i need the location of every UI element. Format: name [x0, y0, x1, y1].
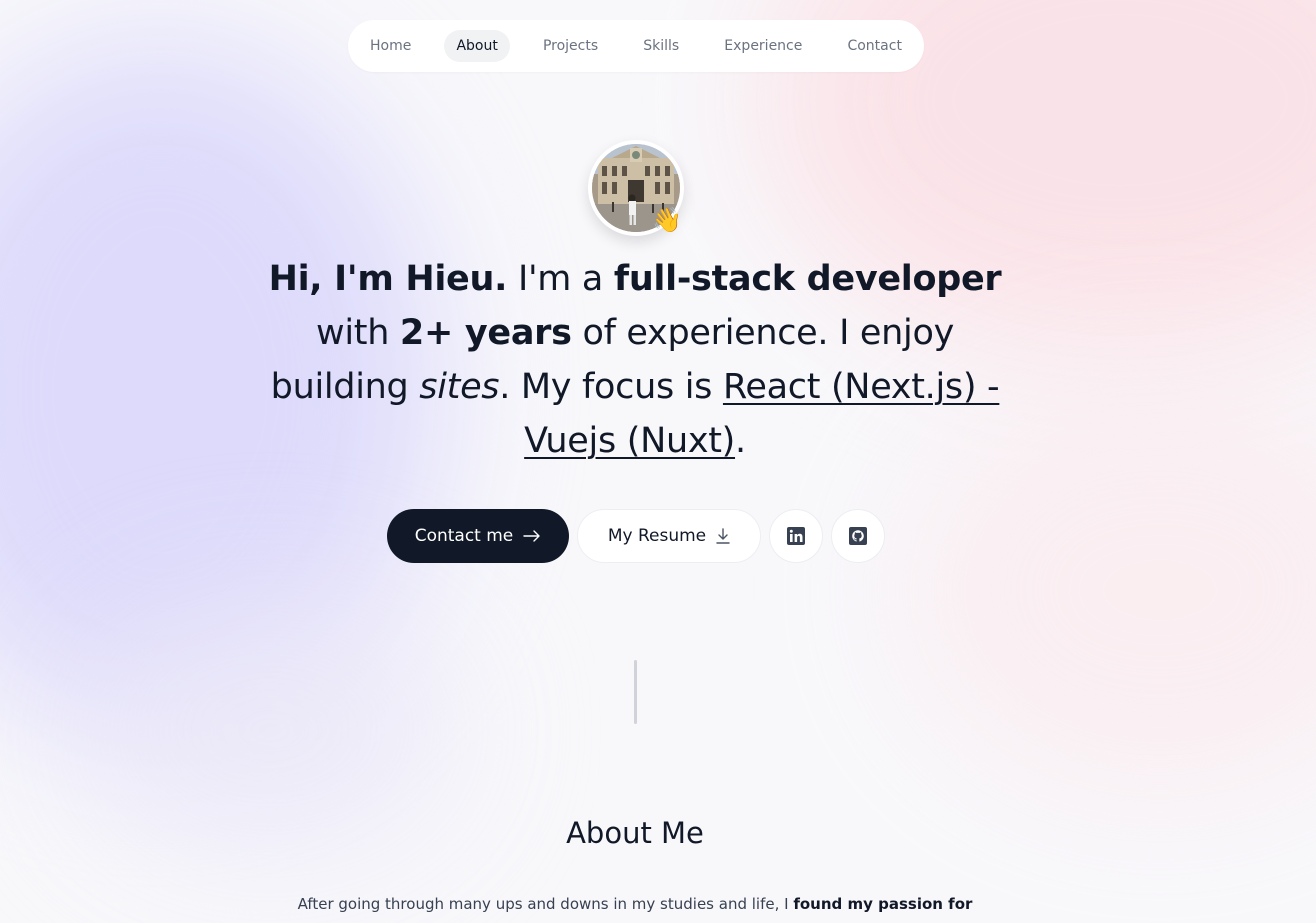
hero-text-5: .: [735, 421, 746, 461]
contact-me-button[interactable]: Contact me: [387, 509, 569, 563]
hero-headline: Hi, I'm Hieu. I'm a full-stack developer…: [250, 252, 1020, 468]
profile-avatar: 👋: [588, 140, 684, 236]
github-icon: [849, 527, 867, 545]
hero-text-1: I'm a: [507, 259, 614, 299]
top-navigation: Home About Projects Skills Experience Co…: [348, 20, 924, 72]
arrow-right-icon: [523, 530, 540, 542]
github-button[interactable]: [831, 509, 885, 563]
hero-text-4: . My focus is: [499, 367, 723, 407]
linkedin-button[interactable]: [769, 509, 823, 563]
nav-skills[interactable]: Skills: [631, 30, 691, 62]
hero-intro: Hi, I'm Hieu.: [268, 259, 508, 299]
hero-years: 2+ years: [399, 313, 572, 353]
nav-contact[interactable]: Contact: [835, 30, 913, 62]
about-text-start: After going through many ups and downs i…: [297, 895, 794, 913]
nav-projects[interactable]: Projects: [531, 30, 610, 62]
nav-experience[interactable]: Experience: [712, 30, 814, 62]
hero-text-2: with: [316, 313, 400, 353]
hero-sites: sites: [419, 367, 500, 407]
linkedin-icon: [787, 527, 805, 545]
about-paragraph: After going through many ups and downs i…: [0, 892, 1270, 916]
hero-actions: Contact me My Resume: [387, 509, 885, 563]
resume-button[interactable]: My Resume: [577, 509, 761, 563]
nav-about[interactable]: About: [444, 30, 510, 62]
download-icon: [716, 528, 730, 544]
resume-label: My Resume: [607, 526, 707, 546]
about-section-title: About Me: [566, 816, 704, 850]
about-text-bold: found my passion for: [793, 895, 973, 913]
hero-role: full-stack developer: [613, 259, 1002, 299]
scroll-divider: [634, 660, 637, 724]
waving-hand-icon: 👋: [652, 206, 682, 234]
contact-me-label: Contact me: [414, 526, 514, 546]
nav-home[interactable]: Home: [358, 30, 423, 62]
